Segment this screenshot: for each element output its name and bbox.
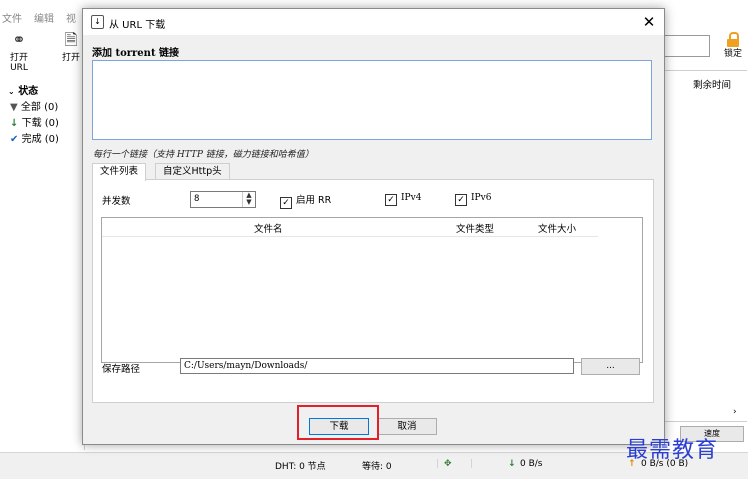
app-icon: ↓	[91, 15, 104, 29]
download-arrow-icon: ↓	[10, 118, 19, 129]
sidebar-item-label: 完成 (0)	[21, 134, 59, 145]
ipv6-checkbox[interactable]: ✓ IPv6	[455, 192, 491, 206]
column-header-eta[interactable]: 剩余时间	[693, 77, 731, 91]
checkbox-checked-icon: ✓	[385, 194, 397, 206]
file-list-tab-panel: 并发数 ▲▼ ✓启用 RR ✓IPv4 ✓IPv6 文件名 文件类型 文件大小 …	[92, 179, 654, 403]
url-textarea[interactable]	[92, 60, 652, 140]
open-url-toolbar-button[interactable]: ⚭ 打开 URL	[2, 30, 36, 73]
concurrency-stepper[interactable]: ▲▼	[190, 191, 256, 208]
sidebar-item-label: 全部 (0)	[20, 102, 59, 113]
sidebar-header[interactable]: ⌄ 状态	[8, 82, 38, 97]
sidebar-header-label: 状态	[18, 86, 39, 97]
highlight-frame	[297, 405, 379, 440]
tab-label: 文件列表	[100, 166, 139, 177]
divider: |	[436, 459, 440, 469]
dht-status: DHT: 0 节点	[275, 462, 326, 472]
dialog-title: 从 URL 下载	[109, 20, 166, 31]
save-path-input[interactable]	[180, 358, 574, 374]
concurrency-label: 并发数	[102, 196, 131, 207]
network-status-icon[interactable]: ✥	[444, 459, 452, 469]
menu-view[interactable]: 视	[66, 10, 76, 25]
checkmark-icon: ✔	[10, 134, 19, 145]
sidebar-item-label: 下载 (0)	[21, 118, 59, 129]
tab-file-list[interactable]: 文件列表	[92, 163, 147, 181]
concurrency-input[interactable]	[191, 192, 240, 205]
column-header-filename[interactable]: 文件名	[254, 221, 283, 235]
sidebar-item-completed[interactable]: ✔ 完成 (0)	[10, 130, 59, 145]
stepper-arrows-icon[interactable]: ▲ ▼	[242, 192, 255, 207]
close-icon[interactable]: ✕	[639, 12, 659, 32]
status-sidebar: ⌄ 状态 ▼ 全部 (0) ↓ 下载 (0) ✔ 完成 (0)	[0, 70, 85, 450]
download-from-url-dialog: ↓ 从 URL 下载 ✕ 添加 torrent 链接 每行一个链接（支持 HTT…	[82, 8, 665, 445]
filter-icon: ▼	[10, 102, 18, 113]
divider: |	[470, 459, 474, 469]
checkbox-label: IPv6	[471, 193, 492, 203]
checkbox-checked-icon: ✓	[280, 197, 292, 209]
file-list-table[interactable]: 文件名 文件类型 文件大小	[101, 217, 643, 363]
menu-edit[interactable]: 编辑	[34, 10, 54, 25]
checkbox-label: 启用 RR	[296, 195, 332, 206]
lock-label: 锁定	[723, 49, 742, 59]
sidebar-item-all[interactable]: ▼ 全部 (0)	[10, 98, 58, 113]
section-label: 添加 torrent 链接	[92, 48, 180, 59]
ipv4-checkbox[interactable]: ✓ IPv4	[385, 192, 421, 206]
dialog-titlebar: ↓ 从 URL 下载 ✕	[83, 9, 664, 35]
cancel-button[interactable]: 取消	[377, 418, 437, 435]
save-path-label: 保存路径	[102, 364, 141, 375]
watermark-text: 最需教育	[626, 438, 719, 463]
lock-button[interactable]: 锁定	[720, 30, 746, 64]
download-speed: 0 B/s	[520, 459, 543, 469]
link-icon: ⚭	[12, 30, 26, 49]
sidebar-item-downloading[interactable]: ↓ 下载 (0)	[10, 114, 59, 129]
checkbox-checked-icon: ✓	[455, 194, 467, 206]
open-label: 打开	[61, 53, 80, 63]
tab-label: 自定义Http头	[163, 166, 222, 177]
menu-file[interactable]: 文件	[2, 10, 22, 25]
waiting-status: 等待: 0	[362, 462, 392, 472]
column-header-filetype[interactable]: 文件类型	[456, 221, 494, 235]
tab-custom-http-headers[interactable]: 自定义Http头	[155, 163, 230, 180]
lock-icon	[727, 32, 739, 47]
chevron-down-icon: ⌄	[8, 87, 15, 96]
download-speed-icon: ↓	[508, 459, 516, 469]
enable-rr-checkbox[interactable]: ✓ 启用 RR	[280, 192, 331, 209]
browse-button[interactable]: ...	[581, 358, 640, 375]
checkbox-label: IPv4	[401, 193, 422, 203]
column-header-filesize[interactable]: 文件大小	[538, 221, 576, 235]
chevron-right-icon[interactable]: ›	[733, 407, 737, 417]
table-header: 文件名 文件类型 文件大小	[102, 218, 598, 237]
torrent-list-panel: 剩余时间 ›	[660, 70, 747, 422]
hint-text: 每行一个链接（支持 HTTP 链接，磁力链接和哈希值）	[93, 150, 314, 160]
